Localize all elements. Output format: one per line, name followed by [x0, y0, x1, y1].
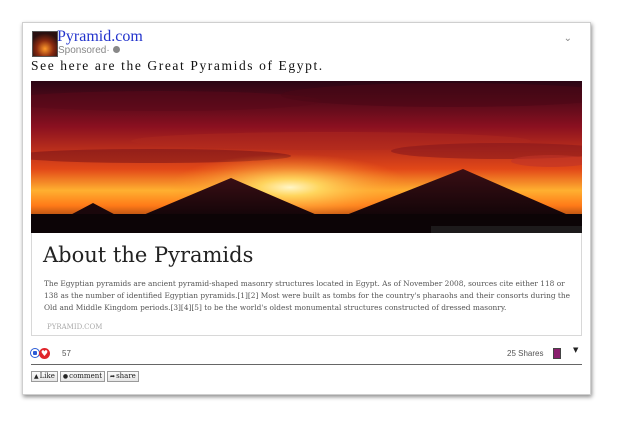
like-button[interactable]: ▲Like: [31, 371, 58, 382]
page-avatar[interactable]: [32, 31, 58, 57]
like-label: Like: [39, 372, 55, 380]
pyramids-sunset-image: [31, 81, 582, 233]
post-actions: ▲Like ●comment ➦share: [31, 371, 141, 383]
heart-reaction-icon: ♥: [39, 348, 50, 359]
globe-icon: [112, 46, 120, 53]
share-count[interactable]: 25 Shares: [507, 349, 543, 358]
share-label: share: [116, 372, 136, 380]
hero-image[interactable]: [31, 81, 582, 233]
link-preview[interactable]: About the Pyramids The Egyptian pyramids…: [31, 233, 582, 336]
thumbs-up-icon: ▲: [34, 373, 39, 380]
share-button[interactable]: ➦share: [107, 371, 139, 382]
action-divider: [31, 364, 582, 365]
comment-button[interactable]: ●comment: [59, 371, 106, 382]
sponsored-label: Sponsored: [58, 45, 107, 56]
post-caption: See here are the Great Pyramids of Egypt…: [31, 58, 324, 73]
article-description: The Egyptian pyramids are ancient pyrami…: [44, 279, 571, 313]
speech-bubble-icon: ●: [62, 373, 69, 380]
reaction-icons[interactable]: ♥: [30, 348, 52, 359]
article-title[interactable]: About the Pyramids: [43, 243, 253, 267]
comment-label: comment: [69, 372, 103, 380]
viewer-avatar-selector[interactable]: [553, 348, 561, 359]
share-arrow-icon: ➦: [110, 373, 116, 380]
sponsored-post-card: Pyramid.com Sponsored· ⌄ See here are th…: [22, 22, 591, 395]
meta-separator: ·: [106, 45, 110, 56]
sponsored-meta: Sponsored·: [58, 45, 120, 56]
chevron-down-icon[interactable]: ⌄: [564, 33, 572, 44]
reaction-count[interactable]: 57: [62, 349, 71, 358]
article-domain: PYRAMID.COM: [47, 323, 103, 331]
page-name-link[interactable]: Pyramid.com: [57, 28, 143, 46]
caret-down-icon[interactable]: ▼: [573, 346, 578, 354]
